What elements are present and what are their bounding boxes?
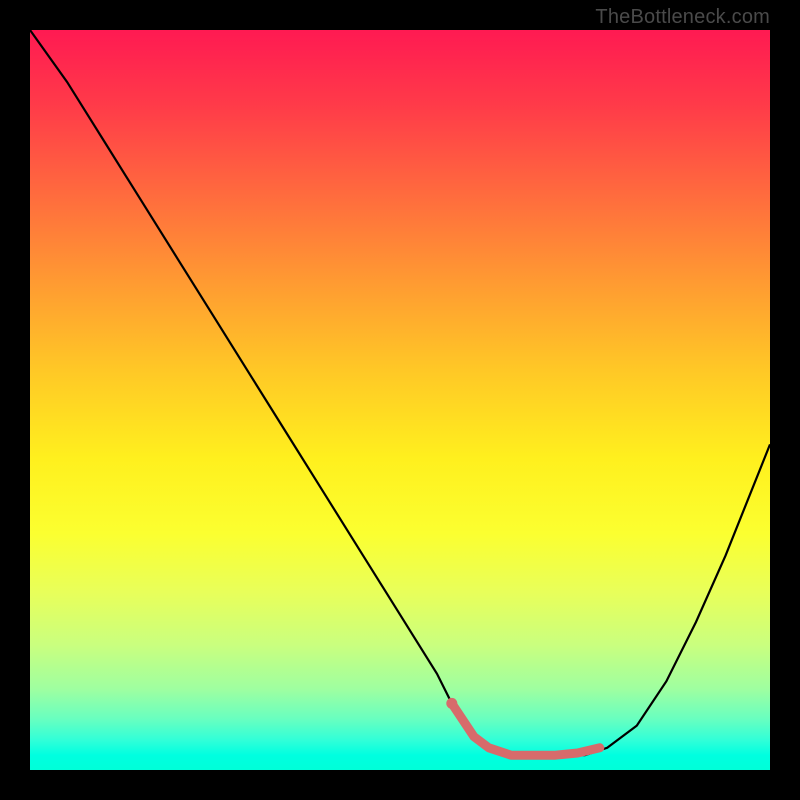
plot-area [30, 30, 770, 770]
chart-svg [30, 30, 770, 770]
chart-frame: TheBottleneck.com [0, 0, 800, 800]
optimal-start-dot [446, 698, 457, 709]
watermark-text: TheBottleneck.com [595, 6, 770, 29]
bottleneck-curve [30, 30, 770, 755]
optimal-range-line [452, 703, 600, 755]
